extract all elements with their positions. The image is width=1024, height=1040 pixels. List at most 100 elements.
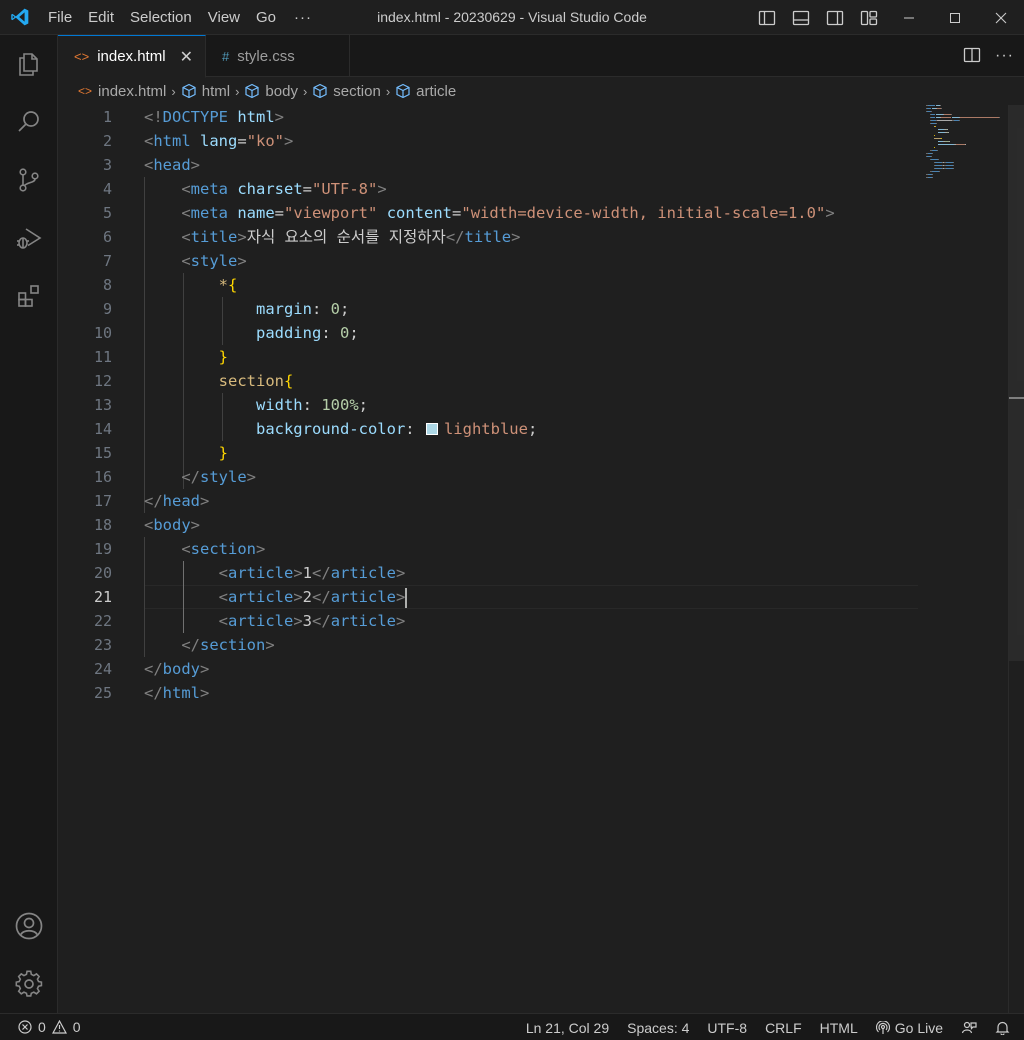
code-token: < [144, 516, 154, 534]
editor-scrollbar[interactable] [1008, 105, 1024, 1013]
breadcrumb-html[interactable]: html [181, 83, 230, 100]
menu-go[interactable]: Go [248, 0, 284, 35]
code-line[interactable]: <meta name="viewport" content="width=dev… [144, 201, 1004, 225]
chevron-right-icon: › [302, 83, 308, 99]
code-token: > [256, 540, 266, 558]
code-line[interactable]: } [144, 345, 1004, 369]
chevron-right-icon: › [385, 83, 391, 99]
code-line[interactable]: </style> [144, 465, 1004, 489]
explorer-icon[interactable] [0, 35, 58, 93]
scrollbar-thumb[interactable] [1009, 105, 1024, 661]
code-line[interactable]: <article>3</article> [144, 609, 1004, 633]
account-icon[interactable] [0, 897, 58, 955]
html-file-icon: <> [74, 49, 90, 64]
breadcrumb-section[interactable]: section [312, 83, 381, 100]
code-token: article [228, 588, 294, 606]
accounts-feedback-icon[interactable] [952, 1020, 986, 1036]
menu-selection[interactable]: Selection [122, 0, 200, 35]
more-actions-icon[interactable]: ··· [995, 47, 1014, 65]
code-line[interactable]: section{ [144, 369, 1004, 393]
minimap-line [926, 174, 1006, 176]
source-control-icon[interactable] [0, 151, 58, 209]
code-line[interactable]: margin: 0; [144, 297, 1004, 321]
manage-gear-icon[interactable] [0, 955, 58, 1013]
breadcrumb-file[interactable]: <> index.html [78, 83, 166, 100]
notifications-bell-icon[interactable] [986, 1020, 1024, 1035]
toggle-primary-sidebar-icon[interactable] [750, 0, 784, 35]
line-number: 20 [93, 564, 112, 582]
code-token: < [181, 540, 191, 558]
tab-index-html[interactable]: <> index.html ✕ [58, 35, 206, 78]
code-token: > [274, 108, 285, 126]
menu-edit[interactable]: Edit [80, 0, 122, 35]
minimap-line [926, 162, 1006, 164]
code-token: </ [144, 684, 163, 702]
language-mode[interactable]: HTML [811, 1020, 867, 1036]
code-token: * [218, 276, 228, 294]
breadcrumb-body[interactable]: body [244, 83, 298, 100]
customize-layout-icon[interactable] [852, 0, 886, 35]
code-line[interactable]: width: 100%; [144, 393, 1004, 417]
breadcrumb-article[interactable]: article [395, 83, 456, 100]
code-line[interactable]: <body> [144, 513, 1004, 537]
indentation[interactable]: Spaces: 4 [618, 1020, 698, 1036]
code-line[interactable]: </section> [144, 633, 1004, 657]
code-token: article [228, 612, 294, 630]
code-line[interactable]: <article>1</article> [144, 561, 1004, 585]
code-line[interactable]: <style> [144, 249, 1004, 273]
color-swatch[interactable] [425, 423, 438, 435]
code-line[interactable]: <meta charset="UTF-8"> [144, 177, 1004, 201]
code-token: style [190, 252, 238, 270]
go-live-button[interactable]: Go Live [867, 1020, 952, 1036]
minimap-line [926, 138, 1006, 140]
encoding[interactable]: UTF-8 [698, 1020, 756, 1036]
code-line[interactable]: <section> [144, 537, 1004, 561]
maximize-icon[interactable] [932, 0, 978, 35]
code-line[interactable]: </head> [144, 489, 1004, 513]
minimap[interactable] [926, 105, 1006, 178]
code-editor[interactable]: 1 2 3 4 5 6 7 8 9 10 11 12 13 14 15 16 17 18 19 20 21 22 23 24 2… [58, 105, 1008, 1013]
code-token: 100% [321, 396, 359, 414]
code-token: > [246, 468, 257, 486]
minimap-line [926, 141, 1006, 143]
extensions-icon[interactable] [0, 267, 58, 325]
line-number: 13 [93, 396, 112, 414]
code-line[interactable]: </body> [144, 657, 1004, 681]
code-token: "UTF-8" [312, 180, 378, 198]
menu-more-icon[interactable]: ··· [284, 9, 322, 26]
toggle-panel-icon[interactable] [784, 0, 818, 35]
menu-file[interactable]: File [40, 0, 80, 35]
tab-style-css[interactable]: # style.css [206, 35, 350, 77]
code-token: : [311, 300, 331, 318]
code-line[interactable]: } [144, 441, 1004, 465]
code-line[interactable]: <title>자식 요소의 순서를 지정하자</title> [144, 225, 1004, 249]
close-tab-icon[interactable]: ✕ [180, 47, 193, 67]
close-window-icon[interactable] [978, 0, 1024, 35]
minimize-icon[interactable] [886, 0, 932, 35]
code-line[interactable]: <!DOCTYPE html> [144, 105, 1004, 129]
code-line[interactable]: <html lang="ko"> [144, 129, 1004, 153]
search-icon[interactable] [0, 93, 58, 151]
code-line[interactable]: background-color: lightblue; [144, 417, 1004, 441]
line-number: 17 [93, 492, 112, 510]
menu-view[interactable]: View [200, 0, 248, 35]
code-line[interactable]: padding: 0; [144, 321, 1004, 345]
problems-indicator[interactable]: 0 0 [0, 1019, 81, 1035]
code-token: </ [181, 468, 200, 486]
code-line[interactable]: </html> [144, 681, 1004, 705]
code-line[interactable]: <article>2</article> [144, 585, 1004, 609]
line-number: 5 [102, 204, 112, 222]
toggle-secondary-sidebar-icon[interactable] [818, 0, 852, 35]
code-line[interactable]: <head> [144, 153, 1004, 177]
code-lines[interactable]: <!DOCTYPE html> <html lang="ko"> <head> <m… [144, 105, 1004, 705]
error-count: 0 [38, 1019, 46, 1035]
code-line[interactable]: *{ [144, 273, 1004, 297]
split-editor-icon[interactable] [963, 46, 981, 67]
end-of-line[interactable]: CRLF [756, 1020, 811, 1036]
minimap-line [926, 177, 1006, 179]
run-debug-icon[interactable] [0, 209, 58, 267]
code-token: </ [312, 564, 331, 582]
cursor-position[interactable]: Ln 21, Col 29 [517, 1020, 618, 1036]
